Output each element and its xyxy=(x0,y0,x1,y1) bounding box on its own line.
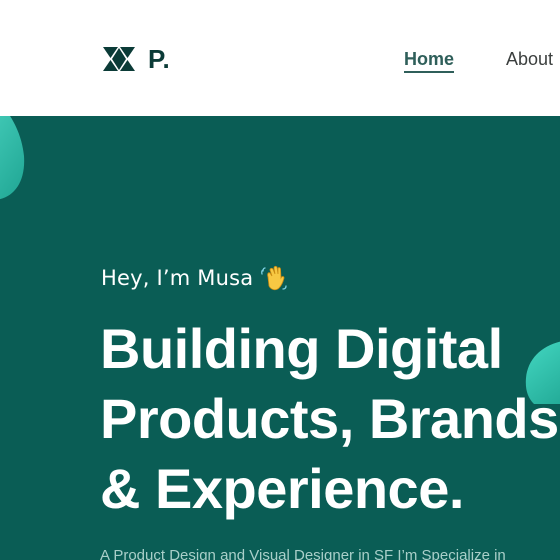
nav-link-home[interactable]: Home xyxy=(404,48,455,73)
greeting-text: Hey, I’m Musa xyxy=(101,266,254,290)
headline-line: & Experience. xyxy=(100,457,464,520)
logo-link[interactable]: P. xyxy=(102,44,170,74)
waving-hand-icon xyxy=(261,265,287,291)
greeting: Hey, I’m Musa xyxy=(101,264,287,292)
hero-headline: Building Digital Products, Brands & Expe… xyxy=(100,314,560,524)
site-header: P. Home About xyxy=(0,0,560,116)
hero-section: Hey, I’m Musa Building Digital Products,… xyxy=(0,116,560,560)
logo-text: P. xyxy=(148,44,171,74)
triangles-logo-icon xyxy=(103,47,135,71)
hero-subtext: A Product Design and Visual Designer in … xyxy=(100,547,506,560)
page: P. Home About Hey, I’m Musa Building Dig… xyxy=(0,0,560,560)
main-nav: Home About xyxy=(404,48,553,73)
headline-line: Building Digital xyxy=(100,317,503,380)
nav-link-about[interactable]: About xyxy=(506,48,553,73)
headline-line: Products, Brands xyxy=(100,387,559,450)
decorative-blob-left xyxy=(0,116,25,200)
